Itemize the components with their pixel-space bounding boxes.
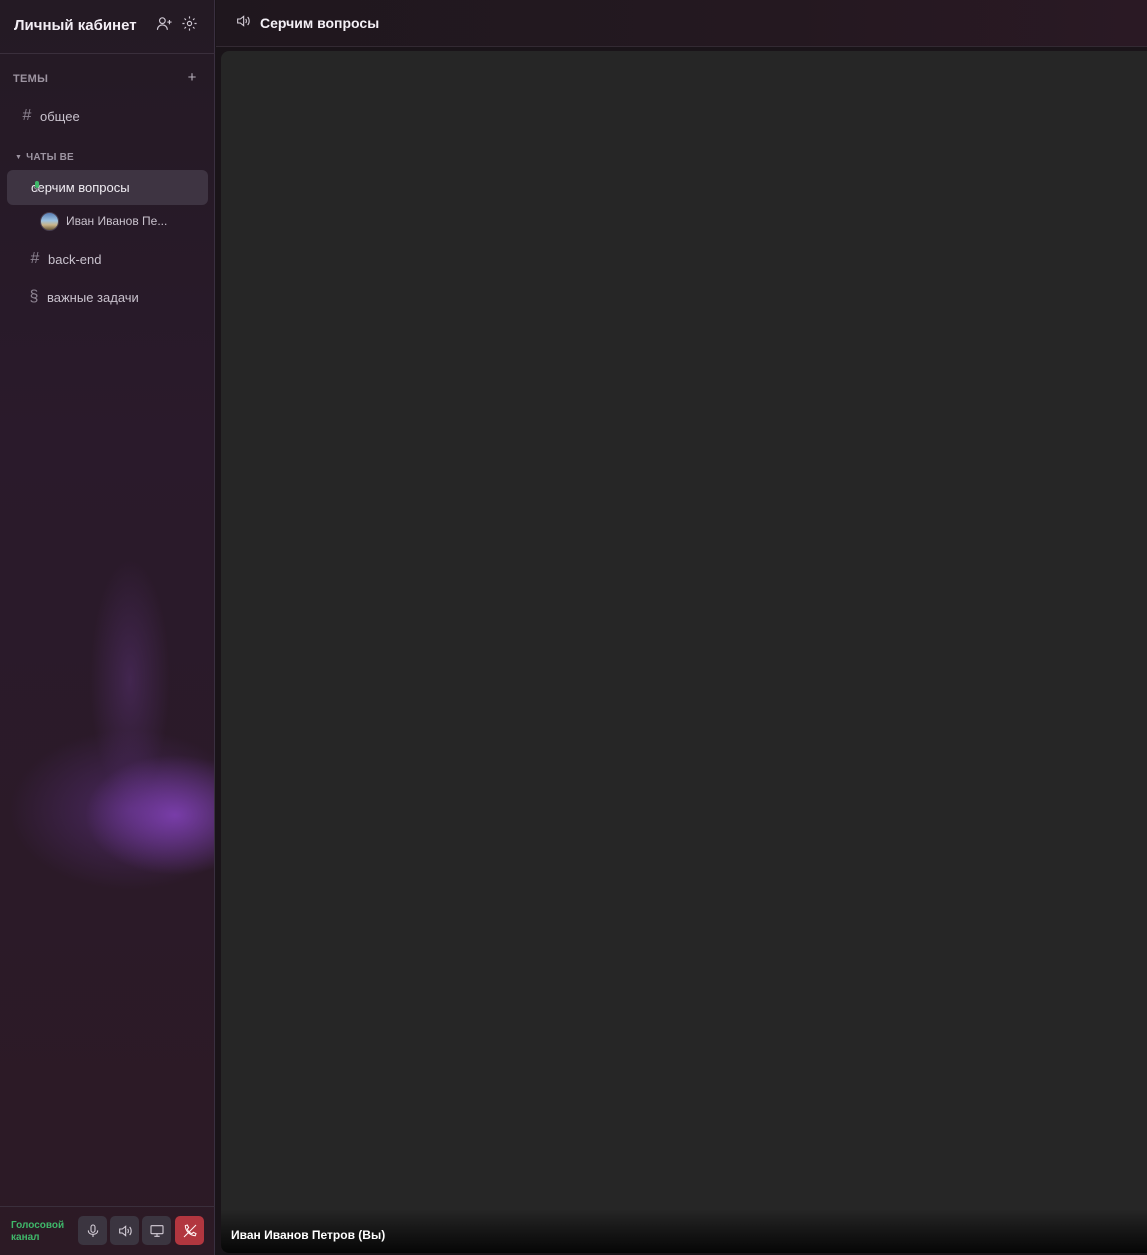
mic-icon — [33, 181, 41, 192]
sidebar: Личный кабинет ТЕМЫ + # общее ▼ ЧАТЫ ВЕ … — [0, 0, 215, 1255]
mic-button[interactable] — [78, 1216, 107, 1245]
participant-tile-footer: Иван Иванов Петров (Вы) — [221, 1209, 1147, 1253]
screen-share-button[interactable] — [142, 1216, 171, 1245]
channel-general[interactable]: # общее — [20, 101, 80, 131]
speaker-icon — [235, 13, 251, 29]
avatar — [40, 211, 59, 231]
channel-voice-active[interactable]: серчим вопросы — [7, 170, 208, 205]
channel-important-tasks[interactable]: § важные задачи — [27, 282, 139, 312]
channel-back-end[interactable]: # back-end — [28, 244, 102, 274]
participant-name: Иван Иванов Петров (Вы) — [231, 1228, 386, 1242]
page-title: Серчим вопросы — [260, 15, 380, 31]
section-icon: § — [29, 288, 39, 305]
monitor-icon — [149, 1224, 164, 1237]
speaker-icon — [118, 1224, 132, 1237]
hash-icon: # — [22, 107, 32, 124]
gear-icon[interactable] — [179, 13, 199, 33]
voice-status: Голосовой канал — [11, 1220, 65, 1243]
chevron-down-icon: ▼ — [15, 153, 23, 161]
channel-label: общее — [40, 108, 80, 124]
add-topic-button[interactable]: + — [185, 70, 199, 86]
main-header: Серчим вопросы — [216, 0, 1147, 47]
hash-icon: # — [30, 250, 40, 267]
speaker-button[interactable] — [110, 1216, 139, 1245]
channel-label: важные задачи — [47, 289, 139, 305]
category-label: ЧАТЫ ВЕ — [26, 151, 74, 163]
add-user-icon[interactable] — [154, 13, 174, 33]
channel-label: back-end — [48, 251, 102, 267]
mic-icon — [87, 1223, 98, 1237]
voice-panel: Голосовой канал — [0, 1206, 215, 1255]
channel-label: серчим вопросы — [31, 180, 130, 195]
phone-off-icon — [183, 1223, 197, 1237]
disconnect-button[interactable] — [175, 1216, 204, 1245]
voice-member[interactable]: Иван Иванов Пе... — [40, 210, 167, 232]
app-window: Личный кабинет ТЕМЫ + # общее ▼ ЧАТЫ ВЕ … — [0, 0, 1147, 1255]
video-stage[interactable]: Иван Иванов Петров (Вы) — [221, 51, 1147, 1253]
category-chats[interactable]: ▼ ЧАТЫ ВЕ — [15, 150, 74, 164]
section-label-topics: ТЕМЫ — [13, 73, 49, 85]
member-name: Иван Иванов Пе... — [66, 214, 168, 228]
sidebar-header: Личный кабинет — [0, 0, 215, 54]
sidebar-title: Личный кабинет — [14, 17, 137, 34]
